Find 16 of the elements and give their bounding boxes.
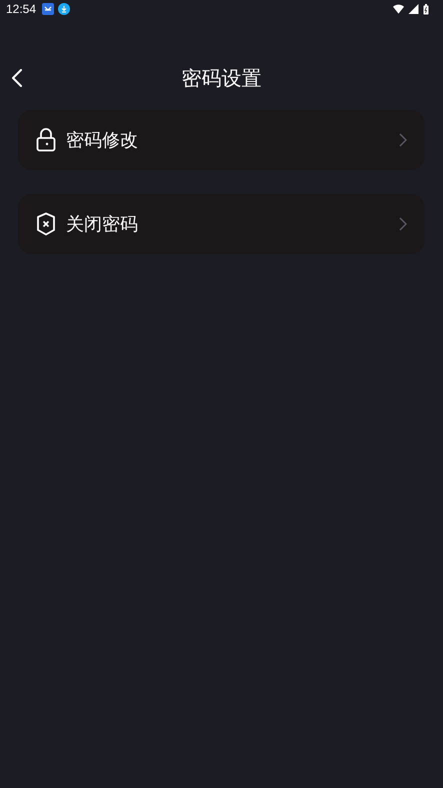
signal-icon (408, 4, 419, 14)
wifi-icon (393, 4, 404, 14)
page-title: 密码设置 (182, 64, 262, 92)
item-label: 关闭密码 (66, 213, 139, 236)
chevron-icon (399, 217, 407, 231)
status-time: 12:54 (6, 2, 36, 16)
shield-icon (36, 212, 56, 236)
lock-icon (36, 128, 56, 152)
settings-item[interactable]: 关闭密码 (18, 194, 425, 254)
battery-icon (423, 4, 429, 14)
back-icon[interactable] (12, 69, 22, 87)
download-icon (58, 3, 70, 15)
item-label: 密码修改 (66, 129, 139, 152)
app-notification-icon (42, 3, 54, 15)
settings-item[interactable]: 密码修改 (18, 110, 425, 170)
chevron-icon (399, 133, 407, 147)
